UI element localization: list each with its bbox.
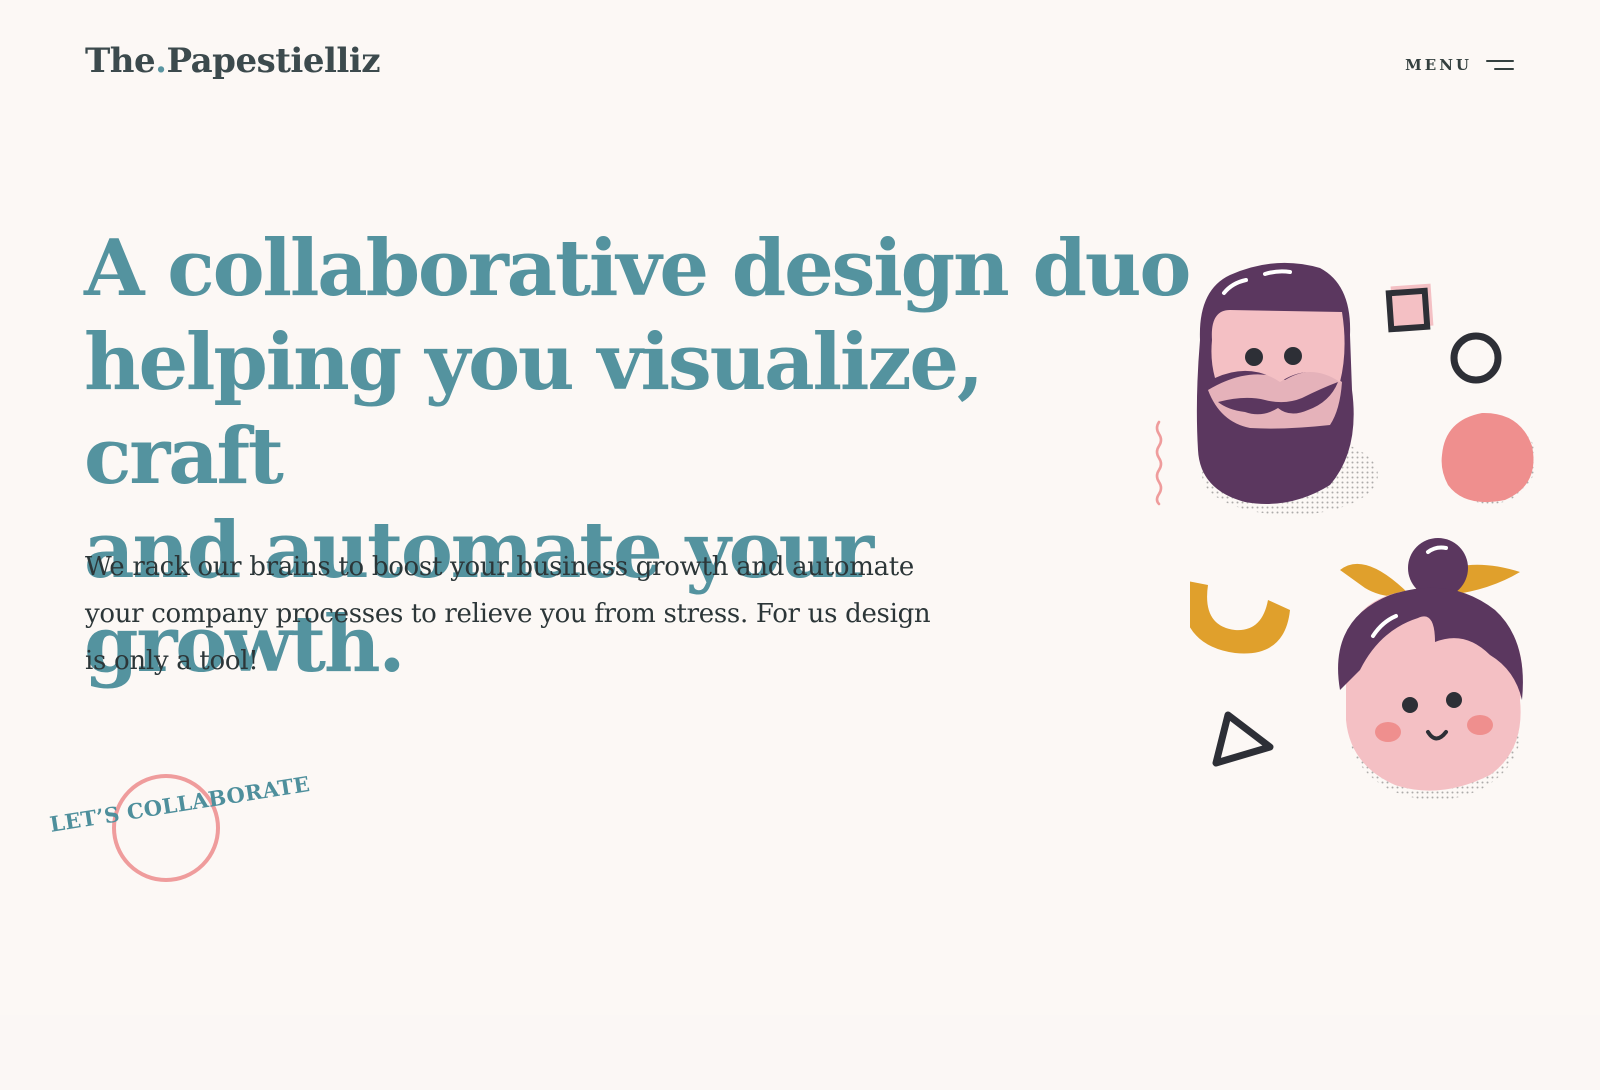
page-footer-band: [0, 1015, 1600, 1090]
hero-subtitle-line-1: We rack our brains to boost your busines…: [85, 552, 915, 582]
logo-text-name: Papestielliz: [166, 41, 381, 81]
hero-subtitle-line-2: your company processes to relieve you fr…: [85, 599, 931, 629]
triangle-outline-icon: [1212, 711, 1274, 767]
lets-collaborate-button[interactable]: LET’S COLLABORATE: [48, 760, 312, 890]
duo-faces-illustration: [1190, 262, 1536, 800]
hero-title-line-2: helping you visualize, craft: [84, 317, 984, 502]
square-shape-icon: [1385, 283, 1434, 333]
hero-subtitle-line-3: is only a tool!: [85, 646, 259, 676]
hamburger-icon: [1486, 58, 1516, 72]
site-logo[interactable]: The.Papestielliz: [85, 41, 381, 81]
woman-face-icon: [1338, 538, 1523, 800]
circle-outline-icon: [1450, 332, 1502, 384]
logo-dot: .: [155, 41, 167, 81]
hero-subtitle: We rack our brains to boost your busines…: [85, 544, 965, 685]
text-cursor-squiggle-icon: [1155, 420, 1163, 506]
menu-button[interactable]: MENU: [1405, 56, 1516, 74]
page: The.Papestielliz MENU A collaborative de…: [0, 0, 1600, 1015]
logo-text-the: The: [85, 41, 156, 81]
menu-label: MENU: [1405, 56, 1472, 74]
horseshoe-shape-icon: [1190, 581, 1290, 654]
hero-title-line-1: A collaborative design duo: [84, 223, 1191, 314]
pink-blob-icon: [1441, 412, 1536, 504]
man-face-icon: [1196, 262, 1378, 515]
